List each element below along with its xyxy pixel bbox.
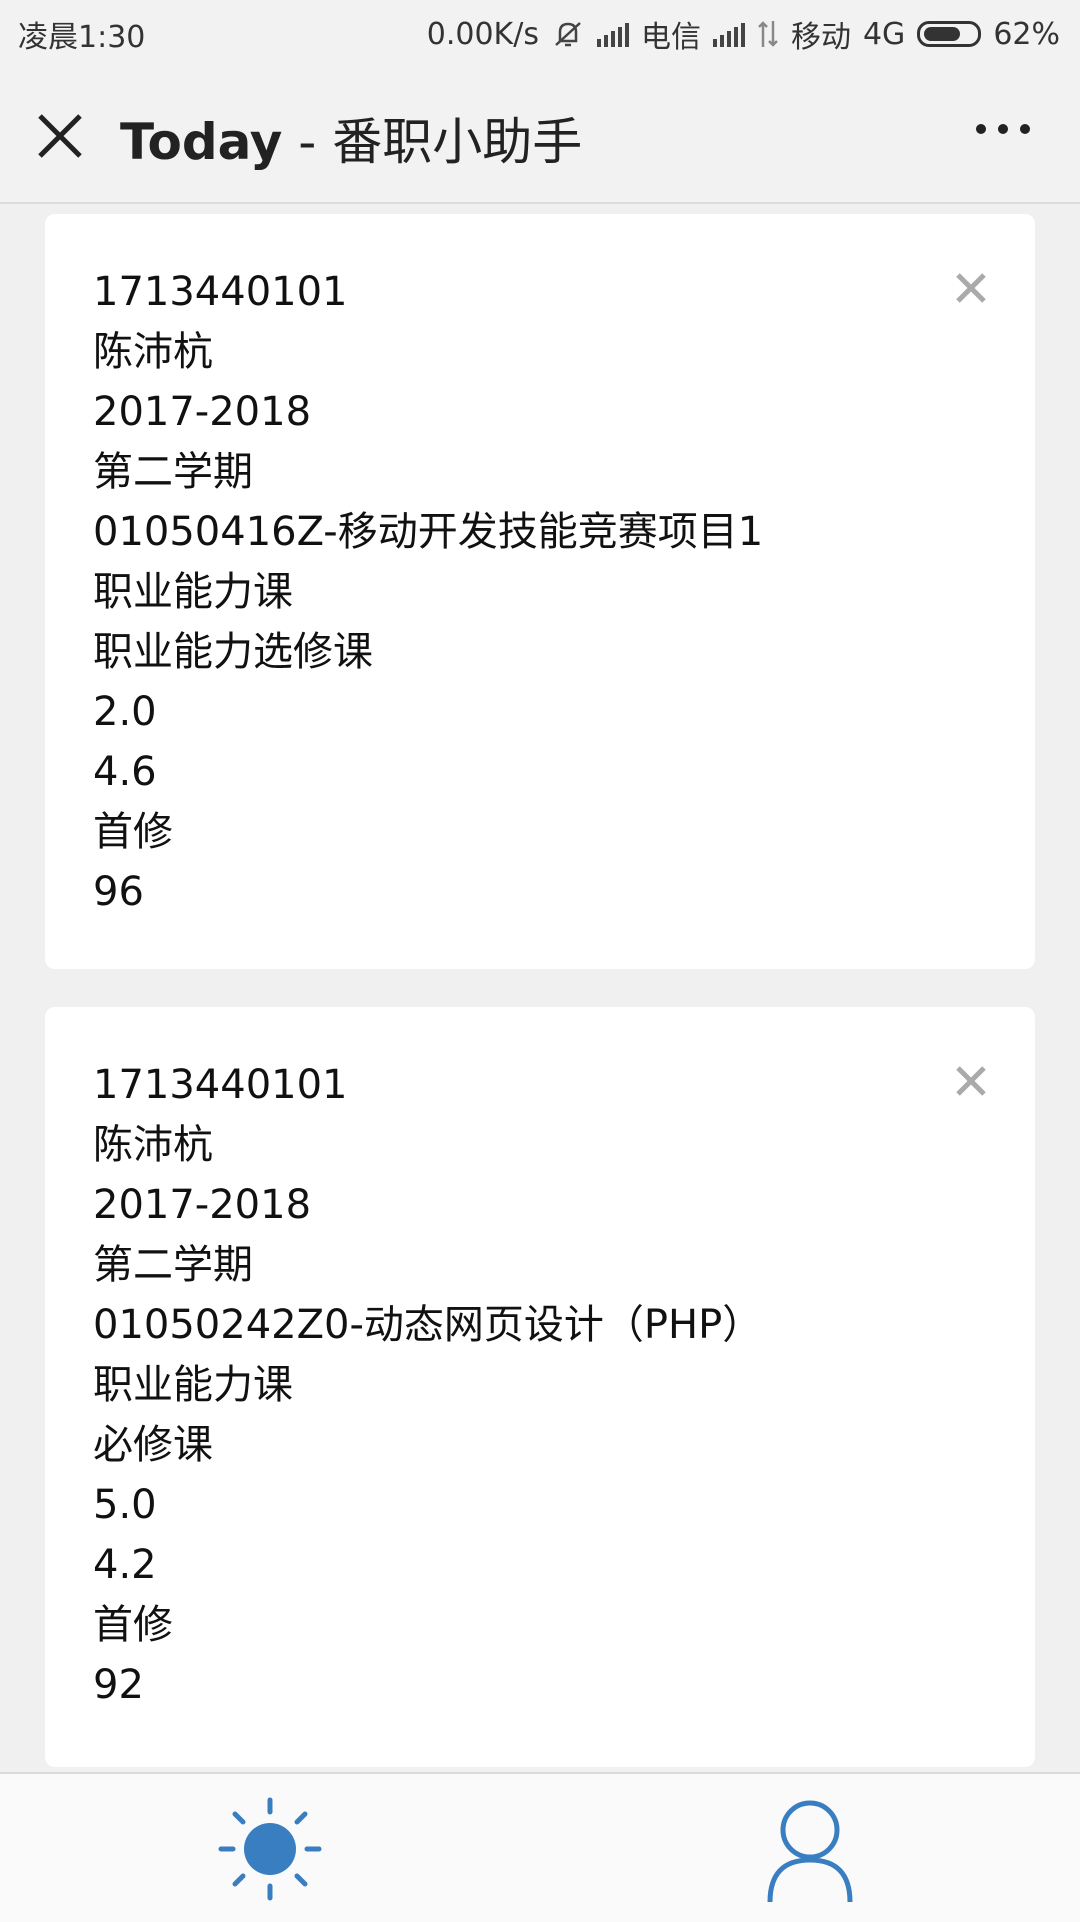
tab-bar xyxy=(0,1772,1080,1922)
more-dot-icon xyxy=(998,124,1008,134)
semester: 第二学期 xyxy=(93,449,253,495)
course-name: 01050242Z0-动态网页设计（PHP） xyxy=(93,1302,763,1348)
network-type: 4G xyxy=(862,16,906,52)
grade-point: 4.6 xyxy=(93,749,157,795)
network-speed: 0.00K/s xyxy=(426,16,539,52)
carrier-2: 移动 xyxy=(790,20,851,55)
course-type: 必修课 xyxy=(93,1422,213,1468)
score: 92 xyxy=(93,1662,144,1708)
credit: 5.0 xyxy=(93,1482,157,1528)
signal-icon-1 xyxy=(596,21,629,47)
grade-card: 1713440101 陈沛杭 2017-2018 第二学期 01050416Z-… xyxy=(45,214,1035,969)
more-dot-icon xyxy=(1020,124,1030,134)
grade-details: 1713440101 陈沛杭 2017-2018 第二学期 01050416Z-… xyxy=(93,262,763,922)
remove-card-icon[interactable] xyxy=(953,270,989,306)
remove-card-icon[interactable] xyxy=(953,1063,989,1099)
status-right: 0.00K/s 电信 移动 4G 62% xyxy=(427,12,1060,56)
page-title: Today - 番职小助手 xyxy=(120,102,582,174)
signal-icon-2 xyxy=(712,21,745,47)
exam-type: 首修 xyxy=(93,809,173,855)
academic-year: 2017-2018 xyxy=(93,389,312,435)
title-app: Today xyxy=(120,113,283,171)
exam-type: 首修 xyxy=(93,1602,173,1648)
nav-bar: Today - 番职小助手 xyxy=(0,62,1080,204)
sun-icon[interactable] xyxy=(215,1794,325,1904)
status-bar: 凌晨1:30 0.00K/s 电信 移动 4G 62% xyxy=(0,0,1080,62)
academic-year: 2017-2018 xyxy=(93,1182,312,1228)
score: 96 xyxy=(93,869,144,915)
credit: 2.0 xyxy=(93,689,157,735)
student-name: 陈沛杭 xyxy=(93,1122,213,1168)
grade-point: 4.2 xyxy=(93,1542,157,1588)
student-name: 陈沛杭 xyxy=(93,329,213,375)
course-category: 职业能力课 xyxy=(93,569,293,615)
more-dot-icon xyxy=(976,124,986,134)
grade-details: 1713440101 陈沛杭 2017-2018 第二学期 01050242Z0… xyxy=(93,1055,762,1715)
semester: 第二学期 xyxy=(93,1242,253,1288)
user-icon[interactable] xyxy=(755,1794,865,1904)
battery-percent: 62% xyxy=(993,16,1060,52)
status-time: 凌晨1:30 xyxy=(18,20,146,55)
course-category: 职业能力课 xyxy=(93,1362,293,1408)
battery-icon xyxy=(917,21,982,47)
close-icon[interactable] xyxy=(30,106,90,166)
data-transfer-icon xyxy=(758,21,778,47)
content-area[interactable]: 1713440101 陈沛杭 2017-2018 第二学期 01050416Z-… xyxy=(0,204,1080,1772)
more-button[interactable] xyxy=(976,124,1030,134)
title-separator: - xyxy=(282,113,333,171)
grade-card: 1713440101 陈沛杭 2017-2018 第二学期 01050242Z0… xyxy=(45,1007,1035,1767)
title-name: 番职小助手 xyxy=(332,113,583,171)
mute-icon xyxy=(555,22,581,47)
carrier-1: 电信 xyxy=(640,20,701,55)
course-name: 01050416Z-移动开发技能竞赛项目1 xyxy=(93,509,764,555)
student-id: 1713440101 xyxy=(93,1062,348,1108)
student-id: 1713440101 xyxy=(93,269,348,315)
course-type: 职业能力选修课 xyxy=(93,629,373,675)
